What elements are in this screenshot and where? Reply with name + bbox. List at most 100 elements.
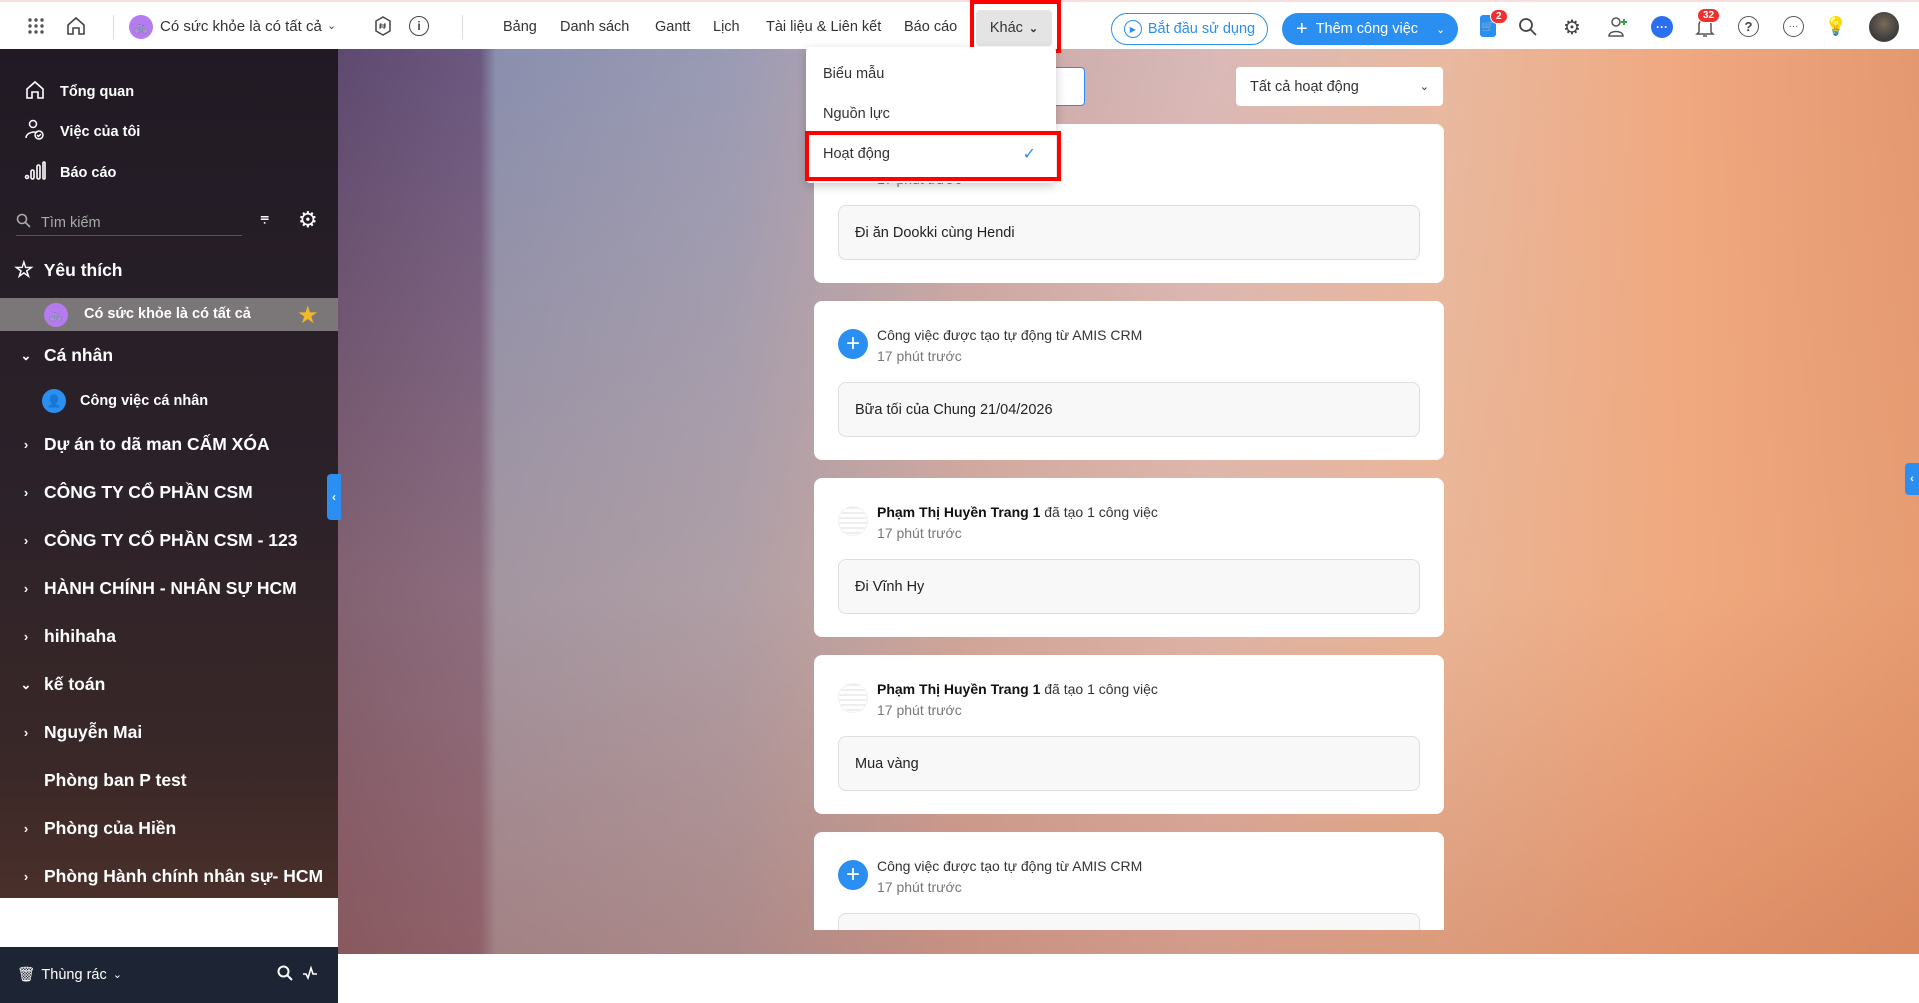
activity-title: Công việc được tạo tự động từ AMIS CRM (877, 327, 1143, 343)
tab-tai-lieu[interactable]: Tài liệu & Liên kết (766, 19, 881, 35)
favorites-header[interactable]: ☆ Yêu thích (14, 257, 123, 283)
chevron-down-icon[interactable]: ⌄ (327, 19, 336, 32)
lightbulb-icon[interactable]: 💡 (1825, 14, 1847, 38)
divider (462, 15, 463, 39)
chevron-down-icon[interactable]: ⌄ (1436, 23, 1445, 36)
activity-author[interactable]: Phạm Thị Huyền Trang 1 (877, 681, 1040, 697)
chevron-down-icon: ⌄ (1419, 81, 1429, 93)
task-link[interactable]: Đi ăn Dookki cùng Hendi (838, 205, 1420, 260)
sidebar-item-reports[interactable]: Báo cáo (24, 160, 116, 186)
get-started-button[interactable]: ▶ Bắt đầu sử dụng (1111, 13, 1268, 45)
tree-item[interactable]: › Nguyễn Mai (20, 722, 142, 743)
tree-item-label: kế toán (44, 674, 106, 694)
divider (113, 15, 114, 39)
right-panel-toggle-button[interactable]: ‹ (1905, 463, 1919, 495)
activity-filter-select[interactable]: Tất cả hoạt động ⌄ (1236, 67, 1443, 106)
tree-item[interactable]: › Phòng Hành chính nhân sự- HCM (20, 866, 323, 887)
home-icon[interactable] (64, 14, 88, 38)
tree-item[interactable]: › HÀNH CHÍNH - NHÂN SỰ HCM (20, 578, 297, 599)
bar-chart-icon (24, 160, 46, 186)
user-avatar (838, 506, 868, 536)
user-icon: 👤 (42, 389, 66, 413)
menu-item[interactable]: Nguồn lực (806, 94, 1056, 134)
collapse-all-icon[interactable]: ⩦ (260, 209, 269, 227)
tree-item[interactable]: › CÔNG TY CỔ PHẦN CSM (20, 482, 253, 503)
info-icon[interactable]: i (409, 16, 429, 36)
sidebar-search-input[interactable]: Tìm kiếm (16, 210, 242, 236)
activity-pulse-icon[interactable] (302, 965, 318, 981)
plus-circle-icon: + (838, 329, 868, 359)
project-title[interactable]: Có sức khỏe là có tất cả (160, 18, 322, 35)
trash-button[interactable]: 🗑 Thùng rác ⌄ (17, 966, 122, 984)
tab-danh-sach[interactable]: Danh sách (560, 19, 629, 35)
chevron-right-icon: › (23, 629, 29, 644)
help-icon[interactable]: ? (1738, 16, 1759, 37)
task-link[interactable]: Đi Vĩnh Hy (838, 559, 1420, 614)
menu-item[interactable]: Hoạt động ✓ (806, 134, 1056, 174)
tab-gantt[interactable]: Gantt (655, 19, 690, 35)
hashtag-badge-icon[interactable] (373, 16, 393, 36)
favorite-item[interactable]: 🚲 Có sức khỏe là có tất cả ★ (0, 298, 338, 331)
tree-item[interactable]: ⌄ kế toán (20, 674, 106, 695)
more-menu-dropdown: Biểu mẫu Nguồn lực Hoạt động ✓ (806, 47, 1056, 183)
task-link[interactable]: Bữa tối của Chung 21/04/2026 (838, 382, 1420, 437)
search-icon[interactable] (277, 965, 293, 981)
menu-item-label: Biểu mẫu (823, 66, 885, 82)
tree-item[interactable]: Phòng ban P test (20, 770, 187, 791)
activity-time: 17 phút trước (877, 879, 962, 895)
add-task-button[interactable]: + Thêm công việc ⌄ (1282, 13, 1458, 45)
chevron-right-icon: › (23, 581, 29, 596)
sidebar-item-label: Việc của tôi (60, 124, 141, 140)
tab-more[interactable]: Khác ⌄ (976, 10, 1052, 46)
activity-title: Phạm Thị Huyền Trang 1 đã tạo 1 công việ… (877, 681, 1158, 697)
activity-title: Phạm Thị Huyền Trang 1 đã tạo 1 công việ… (877, 504, 1158, 520)
tree-item-label: Nguyễn Mai (44, 722, 143, 742)
add-user-icon[interactable] (1606, 15, 1630, 39)
chevron-right-icon: › (23, 533, 29, 548)
cart-badge: 2 (1490, 9, 1508, 24)
activity-action: đã tạo 1 công việc (1044, 504, 1158, 520)
task-link[interactable] (838, 913, 1420, 930)
search-icon[interactable] (1517, 16, 1539, 38)
activity-card: Phạm Thị Huyền Trang 1 đã tạo 1 công việ… (814, 655, 1444, 814)
tree-item[interactable]: › CÔNG TY CỔ PHẦN CSM - 123 (20, 530, 298, 551)
filter-value: Tất cả hoạt động (1250, 78, 1359, 95)
activity-card: + Công việc được tạo tự động từ AMIS CRM 1… (814, 301, 1444, 460)
gear-icon[interactable]: ⚙ (1561, 16, 1583, 39)
chevron-right-icon: › (23, 485, 29, 500)
tab-bao-cao[interactable]: Báo cáo (904, 19, 957, 35)
chevron-down-icon: ⌄ (112, 969, 122, 981)
user-avatar[interactable] (1869, 12, 1899, 42)
chat-icon[interactable]: ··· (1651, 16, 1673, 38)
activity-card: Phạm Thị Huyền Trang 1 đã tạo 1 công việ… (814, 478, 1444, 637)
user-avatar (838, 683, 868, 713)
star-filled-icon[interactable]: ★ (297, 301, 319, 330)
tree-item-label: hihihaha (44, 626, 116, 646)
more-options-icon[interactable]: ··· (1783, 16, 1804, 37)
favorites-label: Yêu thích (43, 259, 123, 280)
tree-item-label: Phòng ban P test (44, 770, 187, 790)
chevron-down-icon: ⌄ (1028, 22, 1039, 35)
tree-item-personal[interactable]: ⌄ Cá nhân (20, 345, 114, 366)
sidebar-item-my-tasks[interactable]: Việc của tôi (24, 119, 140, 145)
menu-item[interactable]: Biểu mẫu (806, 54, 1056, 94)
top-bar: 🚲 Có sức khỏe là có tất cả ⌄ i Bảng Danh… (0, 0, 1919, 49)
tree-item[interactable]: › Dự án to dã man CẤM XÓA (20, 434, 270, 455)
sidebar-collapse-button[interactable]: ‹ (327, 474, 341, 520)
favorite-item-label: Có sức khỏe là có tất cả (84, 306, 251, 322)
activity-author[interactable]: Phạm Thị Huyền Trang 1 (877, 504, 1040, 520)
tab-more-label: Khác (989, 20, 1023, 36)
tree-item[interactable]: › hihihaha (20, 626, 116, 647)
tab-bang[interactable]: Bảng (503, 19, 537, 35)
star-outline-icon: ☆ (14, 257, 34, 282)
apps-grid-icon[interactable] (26, 16, 46, 36)
gear-icon[interactable]: ⚙ (298, 207, 318, 233)
task-link[interactable]: Mua vàng (838, 736, 1420, 791)
tree-item-personal-tasks[interactable]: 👤 Công việc cá nhân (42, 389, 208, 413)
trash-icon: 🗑 (17, 967, 36, 983)
activity-action: đã tạo 1 công việc (1044, 681, 1158, 697)
sidebar-item-overview[interactable]: Tổng quan (24, 79, 134, 105)
tree-item[interactable]: › Phòng của Hiền (20, 818, 176, 839)
activity-time: 17 phút trước (877, 702, 962, 718)
tab-lich[interactable]: Lịch (713, 19, 740, 35)
